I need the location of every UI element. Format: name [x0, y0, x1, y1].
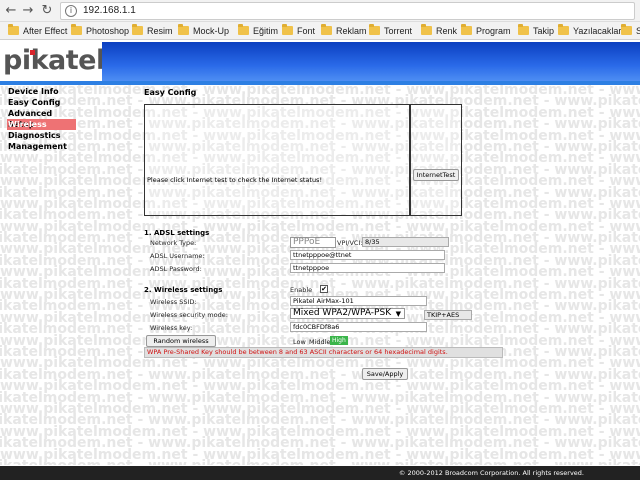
bookmark-item[interactable]: Reklam — [321, 24, 367, 37]
internet-test-button[interactable]: InternetTest — [413, 169, 459, 181]
menu-item-advanced-setup[interactable]: Advanced Setup — [7, 108, 76, 129]
logo-dot — [30, 50, 35, 55]
folder-icon — [621, 24, 632, 35]
folder-icon — [178, 24, 189, 35]
random-key-button[interactable]: Random wireless key — [146, 335, 216, 355]
folder-icon — [71, 24, 82, 35]
info-icon[interactable]: i — [65, 5, 77, 17]
menu-item-easy-config[interactable]: Easy Config — [7, 97, 76, 108]
internet-test-panel: InternetTest — [410, 104, 462, 216]
logo-text: pikatel — [3, 45, 105, 76]
folder-icon — [132, 24, 143, 35]
security-mode-value: Mixed WPA2/WPA-PSK — [293, 308, 392, 318]
save-apply-button[interactable]: Save/Apply — [362, 368, 408, 380]
url-text: 192.168.1.1 — [83, 5, 136, 16]
folder-icon — [558, 24, 569, 35]
folder-icon — [421, 24, 432, 35]
folder-icon — [8, 24, 19, 35]
bookmark-item[interactable]: Torrent — [369, 24, 413, 37]
wireless-key-label: Wireless key: — [150, 324, 193, 332]
wireless-key-field[interactable]: fdc0CBFDf8a6 — [290, 322, 427, 332]
network-type-label: Network Type: — [150, 239, 197, 247]
bookmark-label: Torrent — [384, 26, 413, 36]
bookmark-item[interactable]: Font — [282, 24, 316, 37]
bookmark-label: Mock-Up — [193, 26, 230, 36]
logo: pikatel — [0, 42, 105, 82]
bookmark-label: Program — [476, 26, 511, 36]
folder-icon — [282, 24, 293, 35]
folder-icon — [461, 24, 472, 35]
adsl-username-field[interactable]: ttnetpppoe@ttnet — [290, 250, 445, 260]
back-arrow-icon[interactable]: ← — [3, 3, 19, 19]
enable-label: Enable — [290, 286, 313, 294]
bookmark-label: Reklam — [336, 26, 367, 36]
folder-icon — [518, 24, 529, 35]
strength-low: Low — [293, 338, 306, 346]
bookmark-label: Yazılacaklar — [573, 26, 622, 36]
bookmark-item[interactable]: Takip — [518, 24, 555, 37]
bookmark-label: After Effect — [23, 26, 68, 36]
bookmark-item[interactable]: Renk — [421, 24, 458, 37]
forward-arrow-icon[interactable]: → — [20, 3, 36, 19]
adsl-password-label: ADSL Password: — [150, 265, 202, 273]
left-menu: Device InfoEasy ConfigAdvanced SetupWire… — [7, 86, 76, 152]
adsl-password-field[interactable]: ttnetpppoe — [290, 263, 445, 273]
menu-item-wireless[interactable]: Wireless — [7, 119, 76, 130]
bookmark-item[interactable]: Resim — [132, 24, 173, 37]
bookmark-item[interactable]: Program — [461, 24, 511, 37]
folder-icon — [238, 24, 249, 35]
ssid-field[interactable]: Pikatel AirMax-101 — [290, 296, 427, 306]
key-warning: WPA Pre-Shared Key should be between 8 a… — [144, 347, 503, 358]
dropdown-arrow-icon: ▼ — [395, 310, 401, 318]
bookmark-label: Font — [297, 26, 316, 36]
bookmark-item[interactable]: After Effect — [8, 24, 68, 37]
bookmark-item[interactable]: SE — [621, 24, 640, 37]
adsl-username-label: ADSL Username: — [150, 252, 205, 260]
bookmarks-bar: After Effect Photoshop Resim Mock-Up Eğitim F… — [0, 22, 640, 40]
menu-item-management[interactable]: Management — [7, 141, 76, 152]
enable-checkbox[interactable]: ✔ — [320, 285, 328, 293]
adsl-heading: 1. ADSL settings — [144, 229, 210, 237]
bookmark-label: SE — [636, 26, 640, 36]
page-title: Easy Config — [144, 88, 197, 97]
vpi-vci-field[interactable]: 8/35 — [362, 237, 449, 247]
encryption-field: TKIP+AES — [424, 310, 472, 320]
footer: © 2000-2012 Broadcom Corporation. All ri… — [0, 466, 640, 480]
wireless-heading: 2. Wireless settings — [144, 286, 223, 294]
strength-high-indicator: High — [330, 336, 348, 345]
bookmark-label: Resim — [147, 26, 173, 36]
status-panel: Please click Internet test to check the … — [144, 104, 410, 216]
ssid-label: Wireless SSID: — [150, 298, 197, 306]
watermark-row: www.pikatelmodem.net - www.pikatelmodem.… — [0, 459, 640, 465]
bookmark-label: Renk — [436, 26, 458, 36]
menu-item-diagnostics[interactable]: Diagnostics — [7, 130, 76, 141]
security-mode-label: Wireless security mode: — [150, 311, 228, 319]
bookmark-label: Eğitim — [253, 26, 279, 36]
bookmark-label: Takip — [533, 26, 555, 36]
header-banner — [102, 42, 640, 81]
strength-middle: Middle — [309, 338, 331, 346]
bookmark-item[interactable]: Yazılacaklar — [558, 24, 622, 37]
bookmark-item[interactable]: Mock-Up — [178, 24, 230, 37]
url-field[interactable]: i 192.168.1.1 — [60, 2, 635, 20]
bookmark-item[interactable]: Eğitim — [238, 24, 279, 37]
folder-icon — [321, 24, 332, 35]
menu-item-device-info[interactable]: Device Info — [7, 86, 76, 97]
status-message: Please click Internet test to check the … — [147, 176, 323, 184]
reload-icon[interactable]: ↻ — [39, 3, 55, 19]
security-mode-select[interactable]: Mixed WPA2/WPA-PSK ▼ — [290, 308, 405, 319]
vpi-vci-label: VPI/VCI: — [337, 239, 363, 247]
folder-icon — [369, 24, 380, 35]
bookmark-label: Photoshop — [86, 26, 130, 36]
bookmark-item[interactable]: Photoshop — [71, 24, 130, 37]
network-type-select[interactable]: PPPoE — [290, 237, 336, 248]
browser-address-bar: ← → ↻ i 192.168.1.1 — [0, 0, 640, 22]
